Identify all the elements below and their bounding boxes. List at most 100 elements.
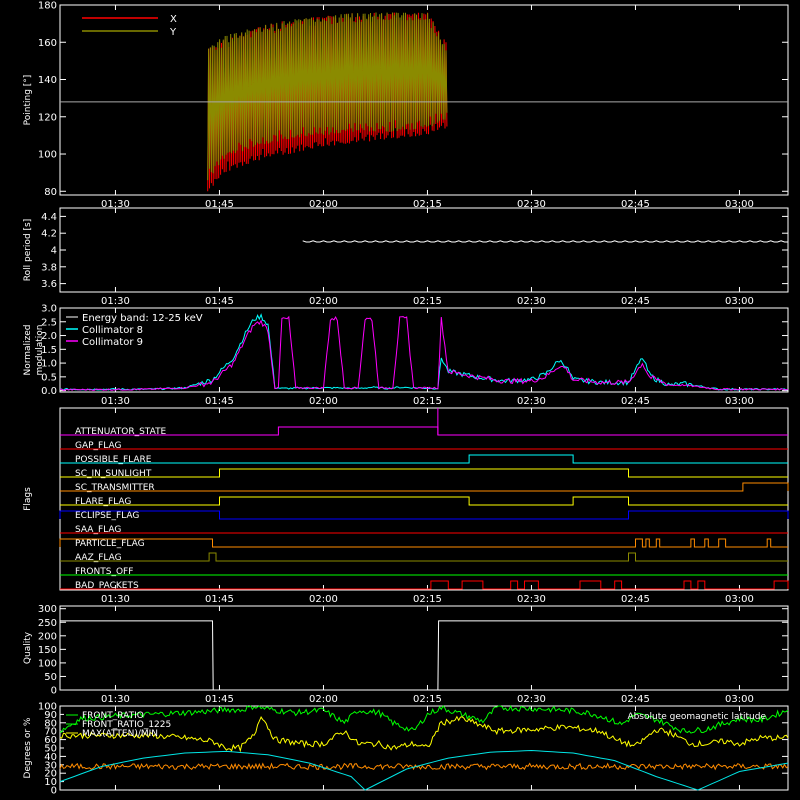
flag-label-flare-flag: FLARE_FLAG (75, 497, 131, 507)
roll-xtick-label: 03:00 (725, 296, 754, 307)
modulation-ytick-label: 1.0 (41, 359, 57, 370)
modulation-ytick-label: 2.0 (41, 331, 57, 342)
roll-xtick-label: 02:45 (621, 296, 650, 307)
flag-label-aaz-flag: AAZ_FLAG (75, 553, 122, 563)
roll-ylabel: Roll period [s] (23, 219, 33, 281)
modulation-xtick-label: 02:00 (309, 396, 338, 407)
quality-ytick-label: 0 (51, 686, 57, 697)
ratios-ytick-label: 10 (44, 777, 57, 788)
modulation-xtick-label: 03:00 (725, 396, 754, 407)
quality-ytick-label: 150 (38, 645, 57, 656)
roll-xtick-label: 02:00 (309, 296, 338, 307)
ratios-ytick-label: 70 (44, 727, 57, 738)
quality-series (60, 620, 788, 691)
ratios-ytick-label: 90 (44, 710, 57, 721)
ratios-ytick-label: 30 (44, 760, 57, 771)
pointing-ytick-label: 80 (44, 187, 57, 198)
modulation-legend-label: Collimator 8 (82, 325, 143, 336)
quality-xtick-label: 02:45 (621, 694, 650, 705)
roll-series (302, 240, 788, 243)
roll-ytick-label: 3.6 (41, 279, 57, 290)
flag-line-sc-in-sunlight (60, 468, 788, 478)
flag-line-sc-transmitter (60, 482, 789, 492)
flag-label-eclipse-flag: ECLIPSE_FLAG (75, 511, 139, 521)
ratios-legend-label-latitude: Absolute geomagnetic latitude (627, 712, 766, 722)
quality-ytick-label: 100 (38, 658, 57, 669)
roll-xtick-label: 01:45 (205, 296, 234, 307)
pointing-ylabel: Pointing [°] (23, 75, 33, 126)
flag-line-aaz-flag (60, 552, 788, 562)
ratios-legend-label: MAX(ATTEN)/MIN (82, 729, 158, 739)
roll-ytick-label: 4.4 (41, 212, 57, 223)
modulation-ytick-label: 1.5 (41, 345, 57, 356)
flag-label-saa-flag: SAA_FLAG (75, 525, 121, 535)
quality-ytick-label: 250 (38, 618, 57, 629)
quality-ytick-label: 200 (38, 631, 57, 642)
modulation-xtick-label: 02:45 (621, 396, 650, 407)
flag-line-particle-flag (59, 538, 788, 548)
flag-line-eclipse-flag (59, 510, 789, 520)
modulation-ytick-label: 0.0 (41, 386, 57, 397)
chart-canvas: 01:30 01:45 02:00 02:15 02:30 02:45 03:00 Point… (23, 1, 789, 797)
pointing-ytick-label: 140 (38, 75, 57, 86)
flags-xtick-label: 02:45 (621, 594, 650, 605)
quality-xtick-label: 01:45 (205, 694, 234, 705)
flag-line-possible-flare (60, 454, 788, 464)
flag-label-possible-flare: POSSIBLE_FLARE (75, 455, 152, 465)
quality-xtick-label: 01:30 (101, 694, 130, 705)
ratios-series-absolute-geomagnetic-latitude (59, 749, 789, 791)
pointing-ytick-label: 160 (38, 38, 57, 49)
modulation-xtick-label: 02:30 (517, 396, 546, 407)
flag-line-bad-packets (60, 580, 789, 590)
ratios-ytick-label: 50 (44, 744, 57, 755)
modulation-xtick-label: 02:15 (413, 396, 442, 407)
pointing-legend-label: Y (169, 27, 177, 38)
flag-label-bad-packets: BAD_PACKETS (75, 581, 139, 591)
roll-xtick-label: 01:30 (101, 296, 130, 307)
flag-label-fronts-off: FRONTS_OFF (75, 567, 133, 577)
quality-ytick-label: 50 (44, 672, 57, 683)
modulation-ytick-label: 0.5 (41, 372, 57, 383)
pointing-ytick-label: 100 (38, 150, 57, 161)
modulation-ytick-label: 2.5 (41, 317, 57, 328)
pointing-legend-label: X (170, 14, 177, 25)
roll-frame (59, 207, 789, 293)
modulation-legend-title: Energy band: 12-25 keV (82, 313, 203, 324)
flag-label-gap-flag: GAP_FLAG (75, 441, 121, 451)
flags-xtick-label: 01:45 (205, 594, 234, 605)
flag-label-sc-in-sunlight: SC_IN_SUNLIGHT (75, 469, 152, 479)
flag-label-attenuator-state: ATTENUATOR_STATE (75, 427, 167, 437)
flags-xtick-label: 01:30 (101, 594, 130, 605)
flag-label-particle-flag: PARTICLE_FLAG (75, 539, 145, 549)
roll-ytick-label: 4 (51, 246, 57, 257)
roll-xtick-label: 02:15 (413, 296, 442, 307)
flag-line-flare-flag (60, 496, 788, 506)
flag-line-attenuator-state (60, 426, 788, 436)
quality-xtick-label: 02:30 (517, 694, 546, 705)
pointing-ytick-label: 120 (38, 112, 57, 123)
modulation-ylabel: Normalized (23, 324, 33, 375)
modulation-legend-label: Collimator 9 (82, 337, 143, 348)
flags-xtick-label: 02:30 (517, 594, 546, 605)
flags-xtick-label: 03:00 (725, 594, 754, 605)
flags-ylabel: Flags (23, 487, 33, 511)
quality-xtick-label: 02:00 (309, 694, 338, 705)
modulation-xtick-label: 01:45 (205, 396, 234, 407)
roll-ytick-label: 3.8 (41, 262, 57, 273)
modulation-series-collimator-9 (60, 315, 789, 391)
quality-frame (59, 605, 789, 691)
modulation-series-collimator-8 (59, 313, 789, 391)
roll-xtick-label: 02:30 (517, 296, 546, 307)
modulation-xtick-label: 01:30 (101, 396, 130, 407)
quality-ytick-label: 300 (38, 604, 57, 615)
quality-xtick-label: 03:00 (725, 694, 754, 705)
pointing-ytick-label: 180 (38, 1, 57, 12)
quality-xtick-label: 02:15 (413, 694, 442, 705)
flag-label-sc-transmitter: SC_TRANSMITTER (75, 483, 155, 493)
ratios-ylabel: Degrees or % (23, 717, 33, 778)
roll-ytick-label: 4.2 (41, 229, 57, 240)
quality-ylabel: Quality (23, 631, 33, 664)
flags-xtick-label: 02:00 (309, 594, 338, 605)
flags-xtick-label: 02:15 (413, 594, 442, 605)
modulation-ytick-label: 3.0 (41, 304, 57, 315)
